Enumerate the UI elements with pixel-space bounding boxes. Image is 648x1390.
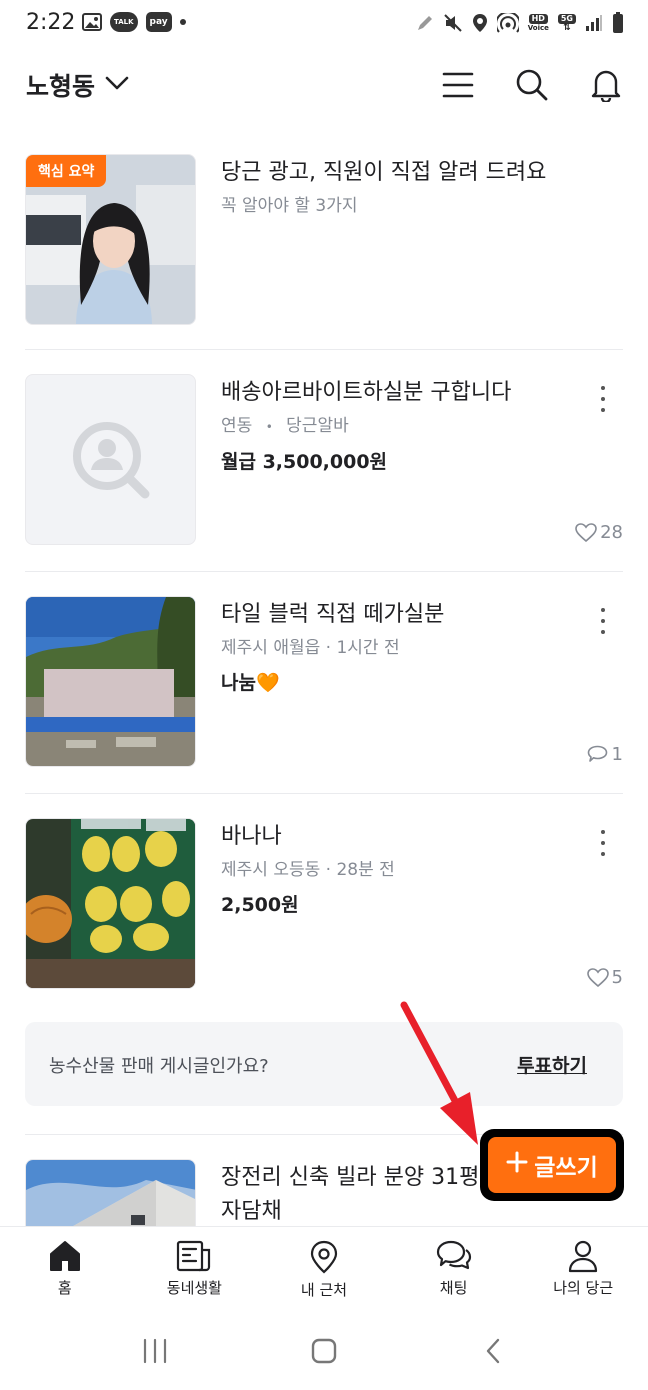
meta-separator: • — [265, 420, 273, 434]
notification-bell-icon[interactable] — [586, 65, 626, 105]
more-options-icon[interactable] — [593, 828, 613, 858]
status-time: 2:22 — [26, 10, 76, 35]
comment-count-value: 1 — [611, 744, 623, 765]
nav-chat[interactable]: 채팅 — [389, 1227, 519, 1312]
location-icon — [472, 13, 488, 33]
item-info: 타일 블럭 직접 떼가실분 제주시 애월읍 · 1시간 전 나눔🧡 — [221, 598, 593, 695]
like-count: 28 — [575, 522, 623, 543]
like-count-value: 28 — [600, 522, 623, 543]
villa-photo-thumbnail — [25, 1159, 196, 1226]
item-title: 장전리 신축 빌라 분양 31평 자담채 — [221, 1165, 480, 1224]
like-count-value: 5 — [611, 967, 623, 988]
nav-my-profile[interactable]: 나의 당근 — [518, 1227, 648, 1312]
plus-icon — [506, 1151, 528, 1179]
chat-bubble-icon — [587, 745, 607, 762]
hotspot-icon — [496, 13, 519, 33]
item-subtitle: 제주시 오등동 · 28분 전 — [221, 860, 395, 880]
banana-photo-thumbnail — [25, 818, 196, 989]
like-count: 5 — [586, 967, 623, 988]
item-meta: 연동 • 당근알바 — [221, 414, 593, 439]
list-item[interactable]: 바나나 제주시 오등동 · 28분 전 2,500원 5 — [25, 794, 623, 1008]
list-item[interactable]: 핵심 요약 당근 광고, 직원이 직접 알려 드려요 꼭 알아야 할 3가지 — [25, 130, 623, 350]
vote-banner: 농수산물 판매 게시글인가요? 투표하기 — [25, 1022, 623, 1106]
list-item[interactable]: 타일 블럭 직접 떼가실분 제주시 애월읍 · 1시간 전 나눔🧡 1 — [25, 572, 623, 794]
person-icon — [569, 1240, 598, 1273]
nav-label: 내 근처 — [300, 1281, 348, 1299]
item-category: 당근알바 — [286, 416, 349, 436]
status-bar: 2:22 TALK pay HD Voice 5G ⇅ — [0, 0, 648, 50]
heart-icon — [586, 967, 609, 987]
comment-count: 1 — [587, 744, 623, 765]
pen-icon — [416, 14, 434, 32]
home-button-icon[interactable] — [294, 1331, 354, 1371]
write-button-label: 글쓰기 — [534, 1155, 598, 1181]
menu-icon[interactable] — [438, 65, 478, 105]
system-navigation-bar — [0, 1312, 648, 1390]
write-post-button[interactable]: 글쓰기 — [480, 1129, 624, 1201]
system-status-icons: HD Voice 5G ⇅ — [416, 12, 624, 34]
item-location: 연동 — [221, 416, 253, 436]
signal-icon — [585, 14, 603, 32]
home-feed[interactable]: 핵심 요약 당근 광고, 직원이 직접 알려 드려요 꼭 알아야 할 3가지 배… — [25, 130, 623, 1226]
write-button-inner: 글쓰기 — [488, 1137, 616, 1193]
vote-question: 농수산물 판매 게시글인가요? — [49, 1056, 269, 1077]
item-title: 타일 블럭 직접 떼가실분 — [221, 602, 445, 627]
tile-photo-thumbnail — [25, 596, 196, 767]
home-icon — [49, 1241, 80, 1271]
map-pin-icon — [310, 1240, 338, 1274]
vote-button[interactable]: 투표하기 — [517, 1051, 587, 1078]
tile-photo — [26, 597, 195, 766]
nav-label: 홈 — [57, 1279, 72, 1297]
job-placeholder-thumbnail — [25, 374, 196, 545]
nav-label: 채팅 — [439, 1279, 468, 1297]
battery-icon — [612, 12, 624, 34]
item-price: 월급 3,500,000원 — [221, 451, 388, 473]
notification-icons: TALK pay — [82, 12, 186, 32]
top-actions — [438, 65, 626, 105]
job-search-icon — [72, 421, 149, 498]
ad-thumbnail: 핵심 요약 — [25, 154, 196, 325]
gallery-icon — [82, 13, 102, 31]
hd-voice-icon: HD Voice — [527, 14, 549, 32]
villa-photo — [26, 1160, 195, 1226]
nav-community[interactable]: 동네생활 — [130, 1227, 260, 1312]
item-info: 배송아르바이트하실분 구합니다 연동 • 당근알바 월급 3,500,000원 — [221, 376, 593, 474]
more-notifications-dot — [179, 19, 186, 25]
location-selector[interactable]: 노형동 — [26, 67, 129, 103]
item-title: 배송아르바이트하실분 구합니다 — [221, 380, 512, 405]
back-icon[interactable] — [463, 1331, 523, 1371]
chevron-down-icon — [105, 75, 129, 95]
banana-photo — [26, 819, 195, 988]
list-item[interactable]: 배송아르바이트하실분 구합니다 연동 • 당근알바 월급 3,500,000원 … — [25, 350, 623, 572]
more-options-icon[interactable] — [593, 384, 613, 414]
nav-home[interactable]: 홈 — [0, 1227, 130, 1312]
item-subtitle: 제주시 애월읍 · 1시간 전 — [221, 638, 400, 658]
item-info: 바나나 제주시 오등동 · 28분 전 2,500원 — [221, 820, 593, 917]
kakaotalk-icon: TALK — [110, 12, 138, 32]
search-icon[interactable] — [512, 65, 552, 105]
nav-label: 동네생활 — [166, 1279, 222, 1297]
summary-badge: 핵심 요약 — [26, 155, 107, 187]
heart-icon — [575, 522, 597, 542]
location-label: 노형동 — [26, 72, 96, 101]
pay-icon: pay — [145, 12, 172, 32]
item-subtitle: 꼭 알아야 할 3가지 — [221, 196, 358, 216]
item-price: 2,500원 — [221, 894, 299, 916]
chat-icon — [436, 1240, 471, 1270]
item-price: 나눔🧡 — [221, 672, 280, 694]
item-title: 당근 광고, 직원이 직접 알려 드려요 — [221, 160, 547, 185]
more-options-icon[interactable] — [593, 606, 613, 636]
item-info: 장전리 신축 빌라 분양 31평 자담채 — [221, 1161, 483, 1226]
network-5g-icon: 5G ⇅ — [557, 14, 576, 33]
bottom-navigation: 홈 동네생활 내 근처 채팅 나의 당근 — [0, 1226, 648, 1312]
nav-nearby[interactable]: 내 근처 — [259, 1227, 389, 1312]
nav-label: 나의 당근 — [553, 1279, 614, 1297]
item-title: 바나나 — [221, 824, 282, 849]
top-app-bar: 노형동 — [0, 55, 648, 117]
newspaper-icon — [177, 1240, 211, 1272]
recent-apps-icon[interactable] — [125, 1331, 185, 1371]
item-info: 당근 광고, 직원이 직접 알려 드려요 꼭 알아야 할 3가지 — [221, 156, 593, 218]
mute-icon — [443, 13, 463, 33]
